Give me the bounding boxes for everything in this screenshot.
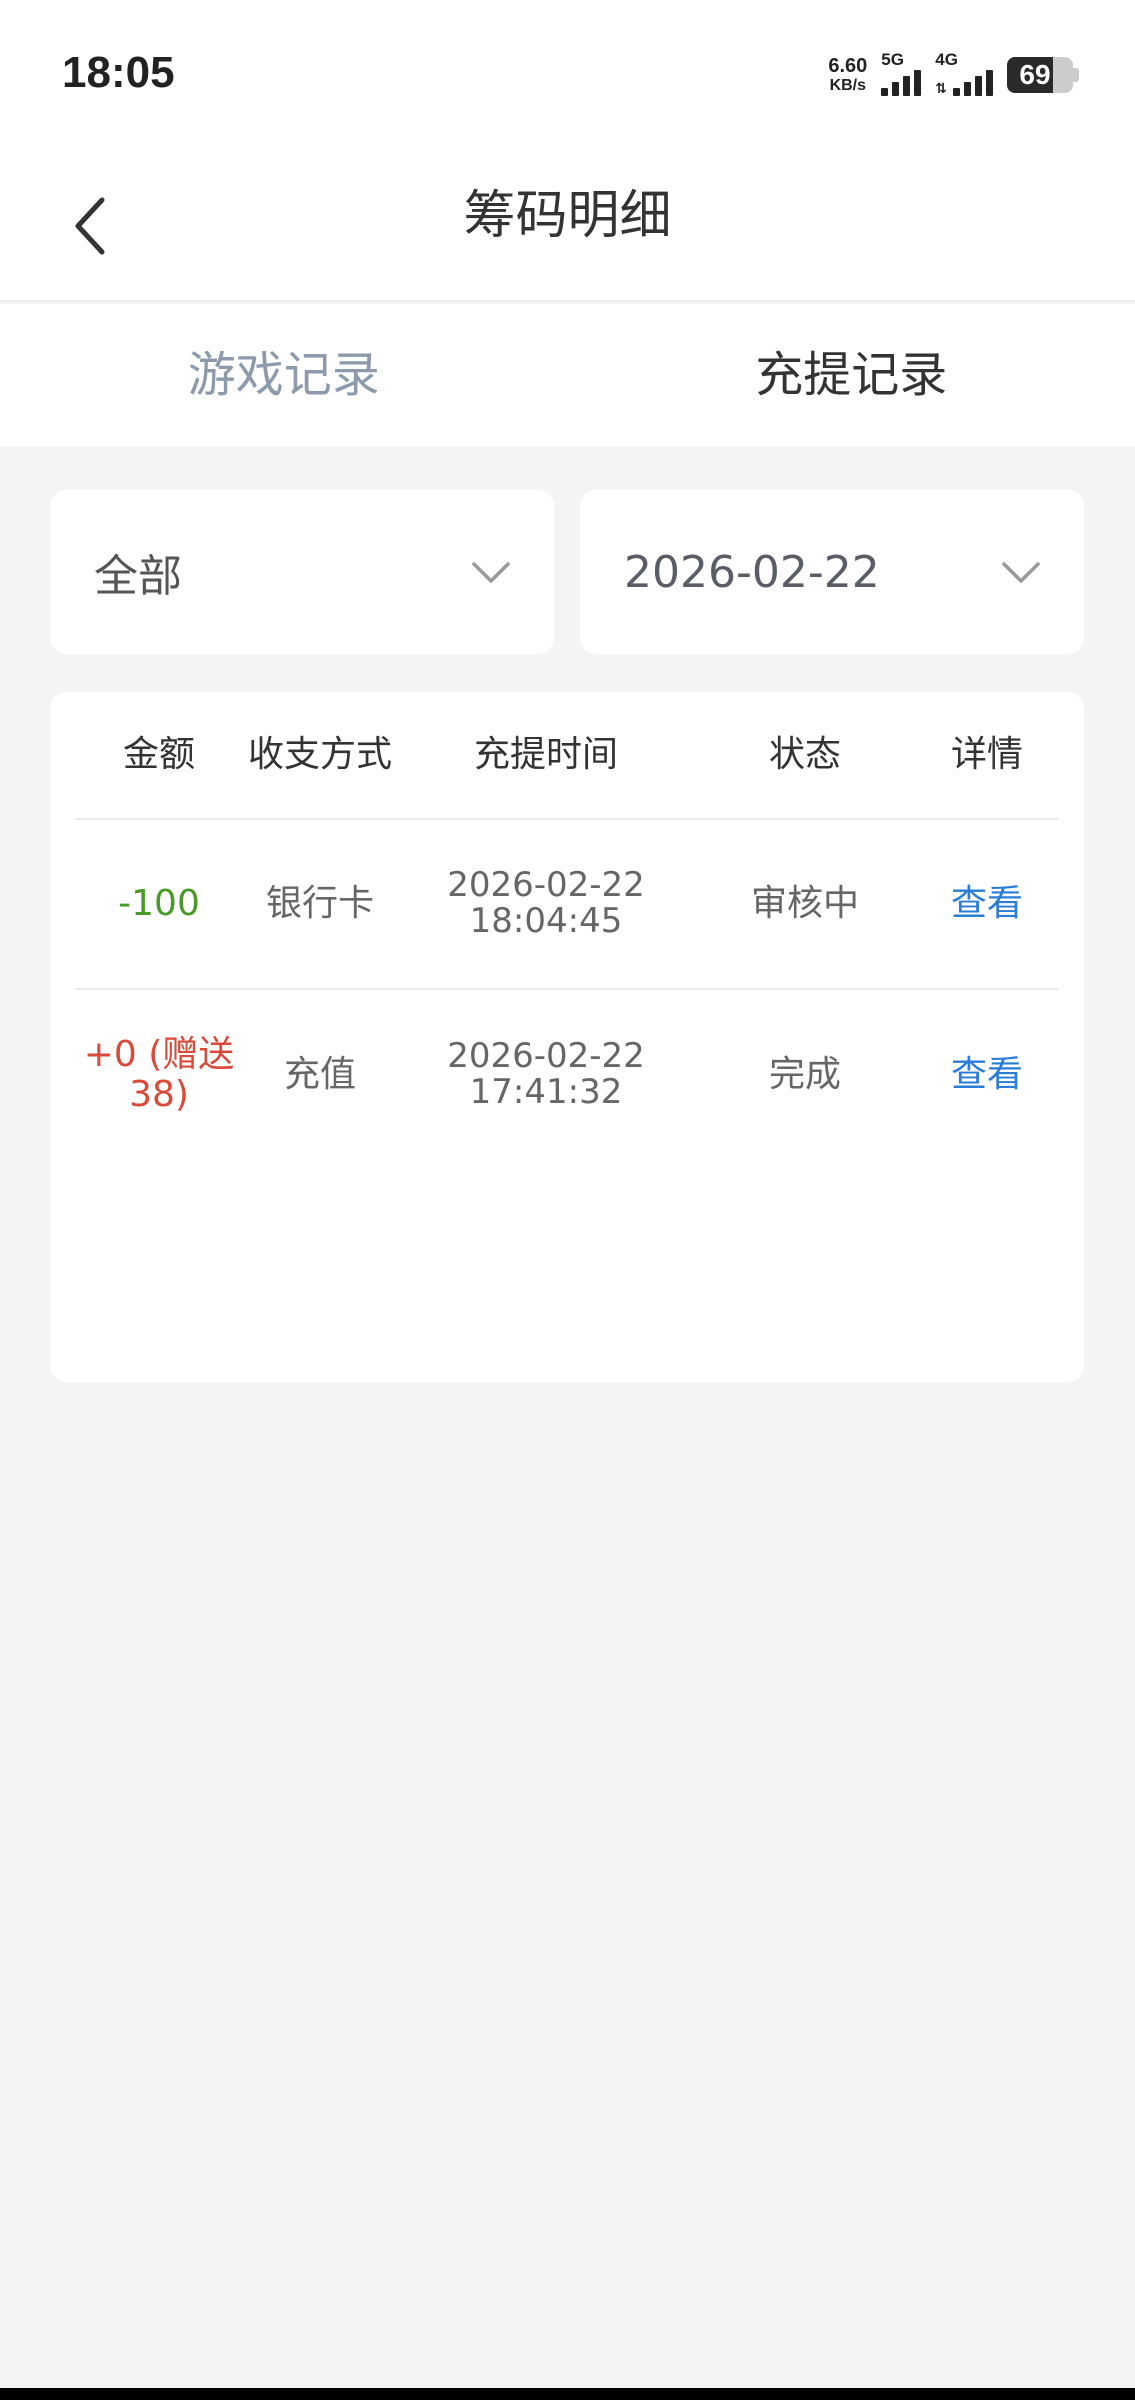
status-time: 18:05	[62, 48, 175, 97]
battery-level: 69	[1019, 59, 1051, 90]
battery-icon: 69	[1007, 57, 1079, 93]
network-speed-value: 6.60	[828, 55, 868, 77]
view-detail-link[interactable]: 查看	[916, 884, 1058, 924]
table-row: +0 (赠送 38) 充值 2026-02-22 17:41:32 完成 查看	[76, 990, 1058, 1160]
nav-bar: 筹码明细	[0, 150, 1135, 302]
status-cell: 完成	[768, 1054, 841, 1096]
type-filter-value: 全部	[94, 551, 182, 602]
chevron-down-icon	[472, 562, 510, 583]
tab-bar: 游戏记录 充提记录	[0, 304, 1135, 446]
column-header-status: 状态	[768, 734, 841, 776]
date-filter-value: 2026-02-22	[624, 546, 880, 598]
column-header-amount: 金额	[122, 734, 195, 776]
network-speed: 6.60 KB/s	[828, 56, 867, 94]
table-row: -100 银行卡 2026-02-22 18:04:45 审核中 查看	[76, 820, 1058, 990]
time-cell-time: 18:04:45	[469, 901, 623, 941]
time-cell-time: 17:41:32	[469, 1072, 623, 1112]
chevron-left-icon	[75, 197, 105, 255]
amount-cell-line2: 38)	[129, 1074, 189, 1115]
amount-cell: +0 (赠送 38)	[76, 1035, 242, 1114]
signal-4g-icon: 4G ⇅	[935, 50, 993, 97]
data-arrows-icon: ⇅	[935, 81, 947, 97]
status-bar: 18:05 6.60 KB/s 5G 4G ⇅ 69	[0, 0, 1135, 150]
signal-5g-label: 5G	[881, 50, 904, 69]
tab-game-records[interactable]: 游戏记录	[0, 304, 568, 446]
system-navigation-bar	[0, 2388, 1135, 2400]
method-cell: 充值	[283, 1054, 356, 1096]
records-table: 金额 收支方式 充提时间 状态 详情 -100 银行卡 2026-02-22 1…	[50, 692, 1084, 1382]
time-cell-date: 2026-02-22	[447, 1036, 645, 1077]
column-header-detail: 详情	[950, 734, 1023, 776]
page-title: 筹码明细	[463, 186, 672, 246]
network-speed-unit: KB/s	[829, 77, 867, 94]
tab-deposit-withdraw-records[interactable]: 充提记录	[568, 304, 1135, 446]
time-cell: 2026-02-22 17:41:32	[398, 1039, 694, 1110]
column-header-time: 充提时间	[473, 734, 618, 776]
signal-4g-label: 4G	[935, 50, 958, 69]
time-cell: 2026-02-22 18:04:45	[398, 868, 694, 939]
back-button[interactable]	[60, 184, 120, 268]
chevron-down-icon	[1002, 562, 1040, 583]
amount-cell: -100	[118, 883, 200, 925]
method-cell: 银行卡	[265, 883, 374, 925]
column-header-method: 收支方式	[247, 734, 392, 776]
view-detail-link[interactable]: 查看	[916, 1055, 1058, 1095]
status-cell: 审核中	[750, 883, 859, 925]
type-filter-select[interactable]: 全部	[50, 490, 554, 654]
status-indicators: 6.60 KB/s 5G 4G ⇅ 69	[828, 50, 1079, 100]
signal-5g-icon: 5G	[881, 50, 922, 96]
amount-cell-line1: +0 (赠送	[83, 1034, 235, 1076]
table-header: 金额 收支方式 充提时间 状态 详情	[76, 692, 1058, 820]
date-filter-select[interactable]: 2026-02-22	[580, 490, 1084, 654]
time-cell-date: 2026-02-22	[447, 865, 645, 906]
